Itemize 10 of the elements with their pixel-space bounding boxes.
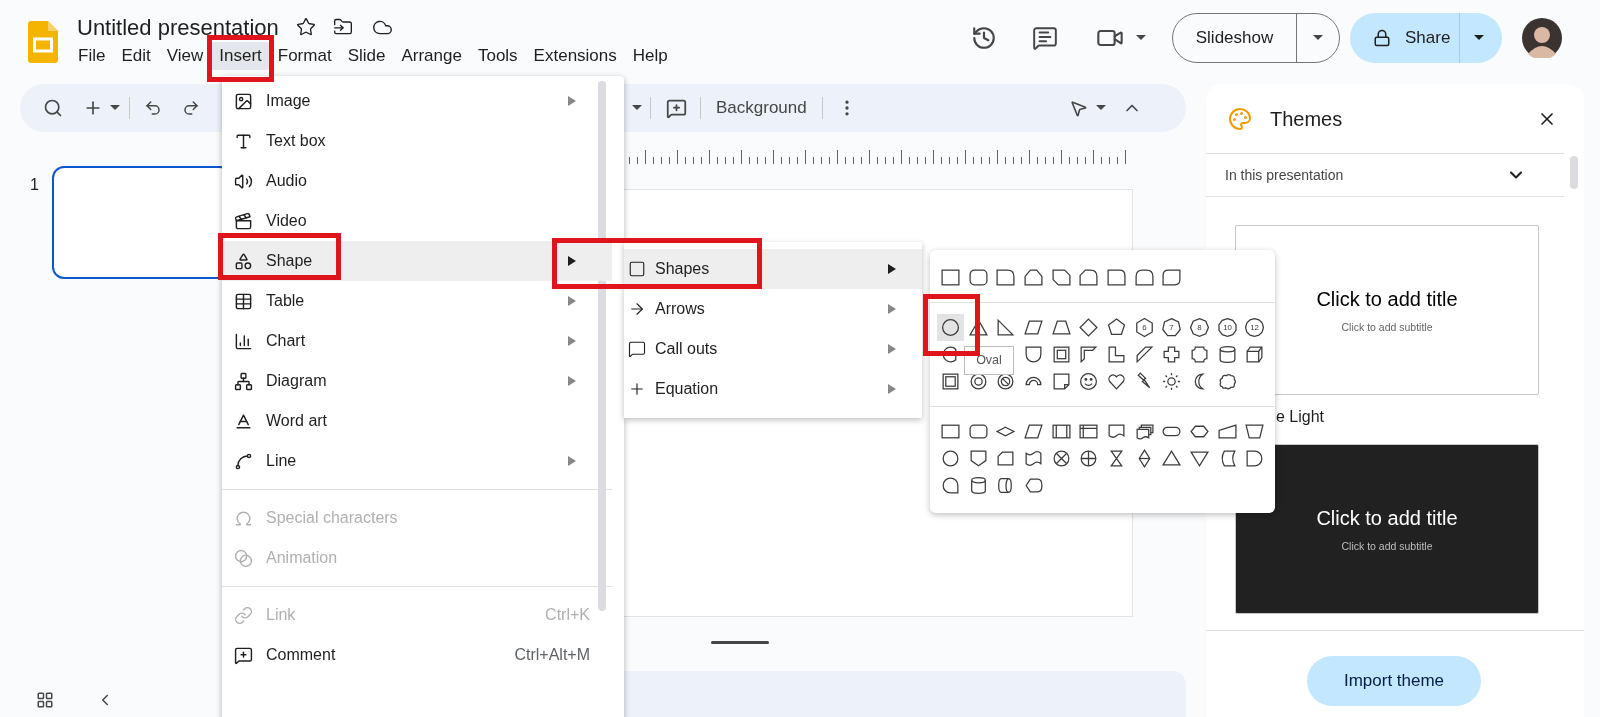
theme-subtitle: Click to add subtitle [1341,320,1433,336]
tooltip: Oval [964,346,1014,375]
theme-title: Click to add title [1316,287,1458,313]
theme-name: e Light [1276,407,1326,427]
slide-number: 1 [30,175,40,195]
theme-title: Click to add title [1316,506,1458,532]
theme-subtitle: Click to add subtitle [1341,539,1433,555]
shortcut-label: Ctrl+K [545,605,590,625]
shortcut-label: Ctrl+Alt+M [514,645,590,665]
panel-title: Themes [1270,106,1343,132]
